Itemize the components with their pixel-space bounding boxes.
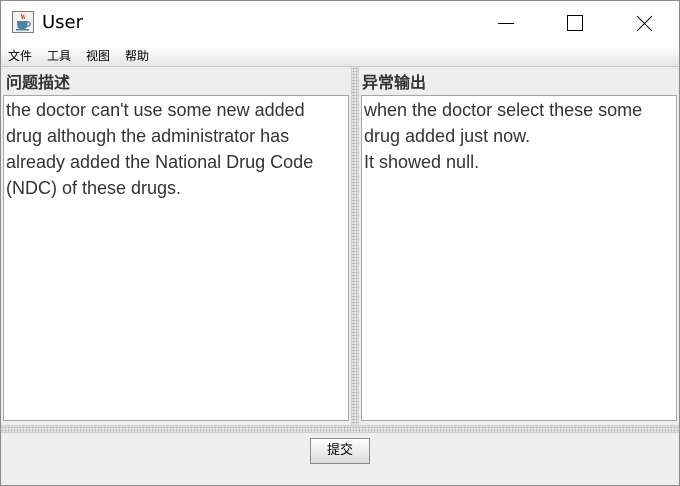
menu-tools[interactable]: 工具	[47, 48, 71, 64]
java-coffee-cup-icon	[12, 11, 34, 33]
menu-view[interactable]: 视图	[86, 48, 110, 64]
close-icon	[636, 15, 653, 32]
menu-file[interactable]: 文件	[8, 48, 32, 64]
problem-description-pane: 问题描述 the doctor can't use some new added…	[1, 67, 351, 425]
problem-description-label: 问题描述	[6, 73, 71, 92]
minimize-button[interactable]	[483, 1, 529, 45]
split-pane: 问题描述 the doctor can't use some new added…	[1, 67, 679, 425]
window-title: User	[42, 12, 84, 33]
menu-help[interactable]: 帮助	[125, 48, 149, 64]
maximize-icon	[567, 15, 583, 31]
submit-button[interactable]: 提交	[310, 438, 370, 464]
horizontal-split-divider[interactable]	[1, 425, 679, 433]
title-bar[interactable]: User	[1, 1, 679, 45]
menu-bar: 文件 工具 视图 帮助	[1, 45, 679, 67]
problem-description-textarea[interactable]: the doctor can't use some new added drug…	[3, 95, 349, 421]
maximize-button[interactable]	[551, 1, 597, 45]
exception-output-pane: 异常输出 when the doctor select these some d…	[359, 67, 679, 425]
content-area: 问题描述 the doctor can't use some new added…	[1, 67, 679, 485]
exception-output-label: 异常输出	[362, 73, 427, 92]
app-window: User 文件 工具 视图 帮助 问题描述 the doctor can't u…	[0, 0, 680, 486]
exception-output-textarea[interactable]: when the doctor select these some drug a…	[361, 95, 677, 421]
close-button[interactable]	[621, 1, 667, 45]
vertical-split-divider[interactable]	[351, 67, 359, 425]
action-panel: 提交	[1, 433, 679, 485]
minimize-icon	[498, 23, 514, 24]
